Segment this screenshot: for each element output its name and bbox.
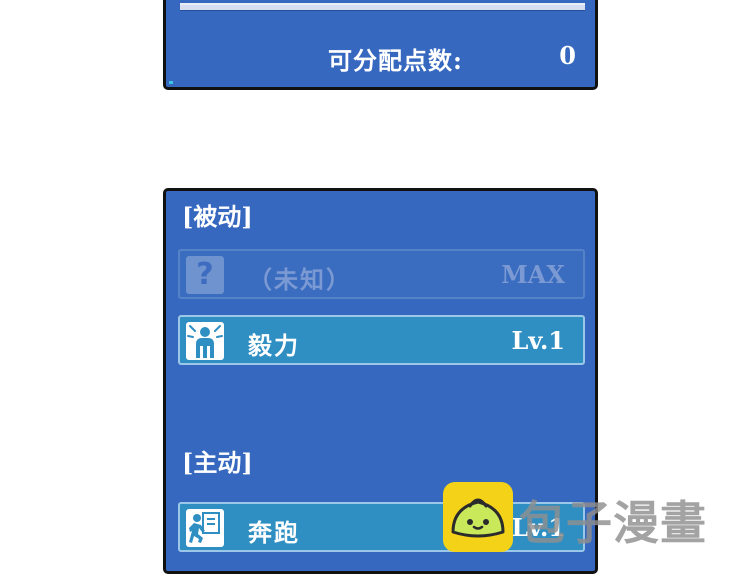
skill-row-perseverance[interactable]: 毅力 Lv.1 bbox=[178, 315, 585, 365]
skill-row-unknown[interactable]: ? （未知） MAX bbox=[178, 249, 585, 299]
steamed-bun-logo-icon bbox=[443, 482, 513, 552]
passive-section-title: [被动] bbox=[182, 202, 253, 231]
available-points-value: 0 bbox=[559, 41, 576, 70]
watermark: 包子漫畫 bbox=[443, 482, 733, 554]
available-points-label: 可分配点数: bbox=[328, 46, 463, 75]
skill-name: （未知） bbox=[248, 265, 352, 294]
watermark-text: 包子漫畫 bbox=[519, 496, 707, 550]
panel-divider bbox=[180, 3, 585, 11]
skill-level: Lv.1 bbox=[511, 326, 565, 355]
question-mark-icon: ? bbox=[186, 256, 224, 294]
active-section-title: [主动] bbox=[182, 448, 253, 477]
status-panel: 可分配点数: 0 bbox=[163, 0, 598, 90]
bracing-figure-icon bbox=[186, 322, 224, 360]
skill-name: 奔跑 bbox=[248, 518, 300, 547]
running-figure-icon bbox=[186, 509, 224, 547]
corner-marker bbox=[169, 81, 173, 84]
skill-name: 毅力 bbox=[248, 331, 300, 360]
skill-level: MAX bbox=[501, 260, 565, 289]
